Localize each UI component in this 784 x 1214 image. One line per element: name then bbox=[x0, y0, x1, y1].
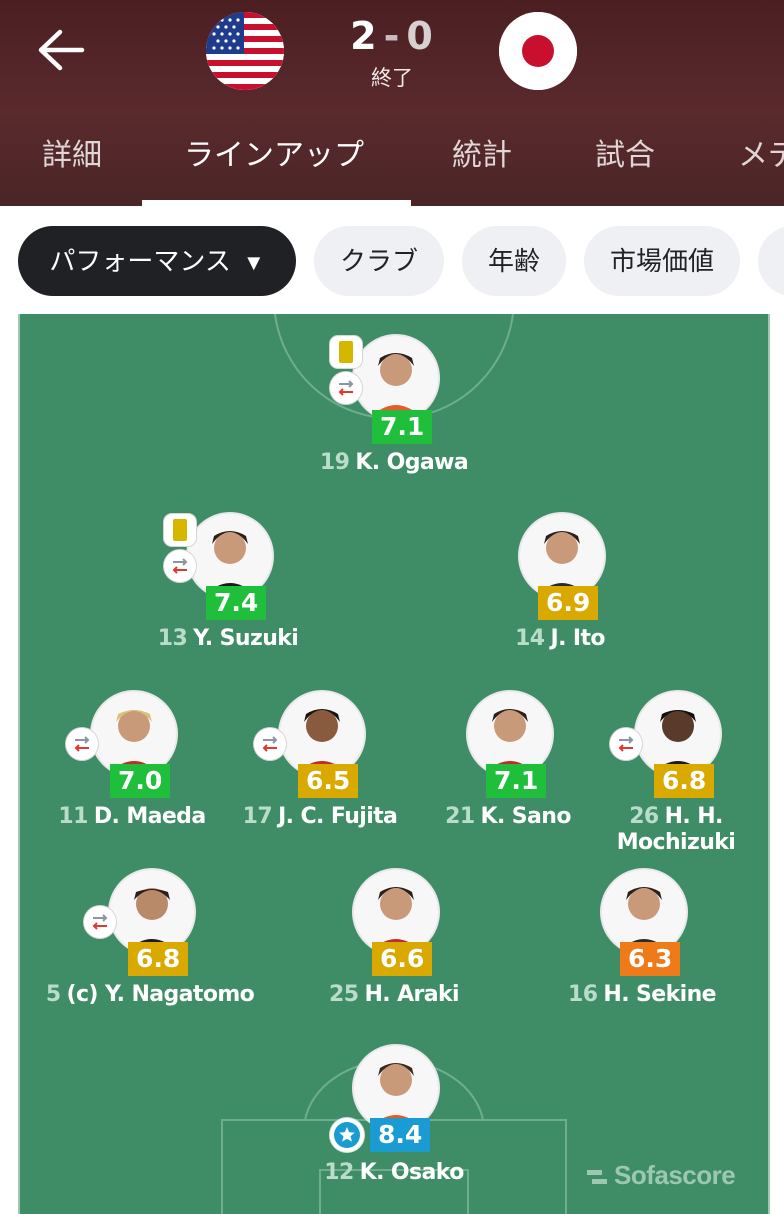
player-number: 12 bbox=[324, 1160, 354, 1185]
player-name-text: D. Maeda bbox=[93, 804, 206, 829]
home-score: 2 bbox=[350, 14, 378, 58]
japan-flag-icon[interactable] bbox=[499, 12, 577, 90]
player-name: 12 K. Osako bbox=[274, 1160, 514, 1186]
player-name-line1: H. H. bbox=[664, 804, 724, 829]
tab-details[interactable]: 詳細 bbox=[42, 136, 102, 186]
chip-club[interactable]: クラブ bbox=[314, 226, 444, 296]
player-name-text: K. Osako bbox=[359, 1160, 465, 1185]
player-number: 21 bbox=[445, 804, 475, 829]
arrow-left-icon bbox=[38, 29, 85, 71]
player-number: 17 bbox=[242, 804, 273, 829]
chip-performance-label: パフォーマンス bbox=[49, 246, 231, 276]
player-name-line2: Mochizuki bbox=[616, 830, 736, 855]
player-name: 14 J. Ito bbox=[440, 626, 680, 652]
player-number: 13 bbox=[157, 626, 188, 651]
player-name: 5 (c) Y. Nagatomo bbox=[30, 982, 270, 1008]
chip-market-value[interactable]: 市場価値 bbox=[584, 226, 740, 296]
player-rating: 6.6 bbox=[372, 942, 433, 976]
player-name: 25 H. Araki bbox=[274, 982, 514, 1008]
player-rating: 6.8 bbox=[654, 764, 715, 798]
player-rating: 7.1 bbox=[486, 764, 547, 798]
match-status: 終了 bbox=[371, 67, 413, 90]
caret-down-icon: ▼ bbox=[242, 250, 265, 275]
lineup-pitch-area: 7.1 19 K. Ogawa 7.4 13 Y. Suzuki 6.9 14 J. … bbox=[0, 314, 784, 1214]
player-rating: 6.5 bbox=[298, 764, 359, 798]
substitution-icon bbox=[610, 728, 642, 760]
chip-age[interactable]: 年齢 bbox=[462, 226, 566, 296]
player-number: 19 bbox=[319, 450, 350, 475]
player-name-text: K. Ogawa bbox=[355, 450, 469, 475]
player-name: 13 Y. Suzuki bbox=[108, 626, 348, 652]
player-photo bbox=[352, 334, 440, 422]
substitution-icon bbox=[164, 550, 196, 582]
tab-matches[interactable]: 試合 bbox=[595, 136, 655, 186]
away-score: 0 bbox=[406, 14, 434, 58]
player-name-text: (c) Y. Nagatomo bbox=[66, 982, 255, 1007]
match-score: 2-0 bbox=[330, 14, 454, 58]
player-name-text: Y. Suzuki bbox=[193, 626, 299, 651]
player-number: 26 bbox=[629, 804, 659, 829]
tab-lineups[interactable]: ラインアップ bbox=[184, 136, 364, 186]
usa-flag-icon[interactable] bbox=[206, 12, 284, 90]
player-number: 16 bbox=[568, 982, 598, 1007]
player-name-text: J. C. Fujita bbox=[278, 804, 398, 829]
player-name: 19 K. Ogawa bbox=[274, 450, 514, 476]
player-number: 14 bbox=[515, 626, 545, 651]
score-separator: - bbox=[383, 14, 401, 58]
sofascore-logo-icon bbox=[587, 1170, 607, 1185]
player-rating: 7.0 bbox=[110, 764, 171, 798]
tab-statistics[interactable]: 統計 bbox=[452, 136, 512, 186]
yellow-card-icon bbox=[164, 514, 196, 546]
match-header: 2-0 終了 詳細 ラインアップ 統計 試合 メデ bbox=[0, 0, 784, 206]
star-icon bbox=[330, 1118, 364, 1152]
chip-performance[interactable]: パフォーマンス ▼ bbox=[18, 226, 296, 296]
player-number: 11 bbox=[58, 804, 88, 829]
back-button[interactable] bbox=[36, 28, 86, 72]
sofascore-watermark: Sofascore bbox=[584, 1160, 736, 1191]
watermark-text: Sofascore bbox=[614, 1160, 736, 1190]
player-name-text: H. Araki bbox=[364, 982, 459, 1007]
player-rating: 7.1 bbox=[372, 410, 433, 444]
player-rating: 6.9 bbox=[538, 586, 599, 620]
substitution-icon bbox=[66, 728, 98, 760]
player-rating: 8.4 bbox=[370, 1118, 431, 1152]
substitution-icon bbox=[84, 906, 116, 938]
player-name-text: J. Ito bbox=[550, 626, 606, 651]
yellow-card-icon bbox=[330, 336, 362, 368]
player-name: 16 H. Sekine bbox=[522, 982, 762, 1008]
pitch: 7.1 19 K. Ogawa 7.4 13 Y. Suzuki 6.9 14 J. … bbox=[18, 314, 770, 1214]
tab-media[interactable]: メデ bbox=[738, 136, 784, 186]
player-number: 25 bbox=[329, 982, 359, 1007]
player-name-text: H. Sekine bbox=[603, 982, 716, 1007]
filter-chips: パフォーマンス ▼ クラブ 年齢 市場価値 bbox=[0, 206, 784, 314]
substitution-icon bbox=[254, 728, 286, 760]
player-number: 5 bbox=[45, 982, 61, 1007]
tab-bar: 詳細 ラインアップ 統計 試合 メデ bbox=[0, 130, 784, 206]
player-name: 26 H. H. Mochizuki bbox=[556, 804, 768, 856]
substitution-icon bbox=[330, 372, 362, 404]
player-rating: 7.4 bbox=[206, 586, 267, 620]
player-rating: 6.8 bbox=[128, 942, 189, 976]
player-rating: 6.3 bbox=[620, 942, 681, 976]
chip-more[interactable] bbox=[758, 226, 784, 296]
